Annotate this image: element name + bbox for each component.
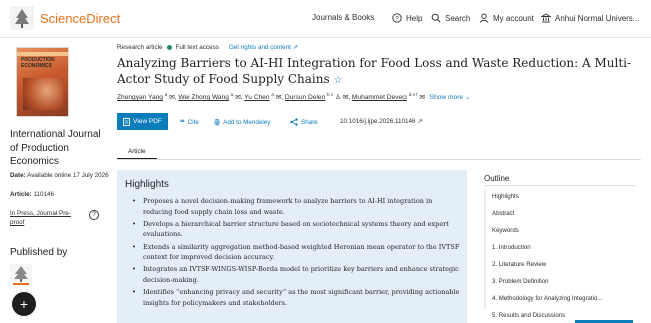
journal-title-link[interactable]: International Journal of Production Econ… (10, 128, 110, 169)
show-more-label: Show more (429, 94, 464, 102)
pdf-document-icon (123, 117, 131, 126)
highlights-list: Proposes a novel decision-making framewo… (125, 196, 461, 310)
highlight-item: Identifies “enhancing privacy and securi… (125, 287, 461, 308)
date-line: Date: Available online 17 July 2026 (10, 171, 109, 180)
article-number-line: Article: 110146 (10, 190, 54, 199)
view-pdf-label: View PDF (133, 118, 162, 125)
article-number-value: 110146 (33, 191, 54, 198)
institution-link[interactable]: Anhui Normal Univers... (541, 13, 639, 23)
author-link[interactable]: Wei Zhong Wang (178, 94, 229, 101)
highlights-panel: Highlights Proposes a novel decision-mak… (117, 170, 467, 323)
elsevier-tree-logo[interactable] (10, 6, 34, 30)
outline-item-highlights[interactable]: Highlights (492, 193, 519, 200)
open-access-dot-icon (166, 45, 172, 50)
cover-figure (23, 78, 63, 110)
outline-item-literature-review[interactable]: 2. Literature Review (492, 261, 546, 268)
highlight-item: Develops a hierarchical barrier structur… (125, 219, 461, 240)
search-link[interactable]: Search (431, 13, 470, 23)
journals-books-label: Journals & Books (312, 13, 375, 22)
author-affiliation[interactable]: a (165, 92, 168, 97)
author-list: Zhengyan Yang a ✉, Wei Zhong Wang a ✉, Y… (117, 92, 471, 102)
chevron-down-icon: ⌄ (464, 94, 471, 102)
floating-action-button[interactable]: + (12, 292, 36, 316)
journals-books-link[interactable]: Journals & Books (312, 13, 374, 22)
outline-item-introduction[interactable]: 1. Introduction (492, 244, 531, 251)
add-to-mendeley-button[interactable]: ꙮ Add to Mendeley (214, 118, 271, 127)
highlight-item: Integrates an IVTSF-WINGS-WISP-Borda mod… (125, 264, 461, 285)
article-type-line: Research article Full text access Get ri… (117, 44, 298, 51)
author-affiliation[interactable]: a (271, 92, 274, 97)
cover-band (17, 52, 68, 56)
search-icon (431, 13, 441, 23)
author-affiliation[interactable]: a (231, 92, 234, 97)
outline-item-keywords[interactable]: Keywords (492, 227, 519, 234)
my-account-label: My account (493, 13, 534, 23)
share-label: Share (301, 118, 318, 126)
institution-label: Anhui Normal Univers... (555, 13, 640, 23)
journal-cover-image[interactable]: PRODUCTION ECONOMICS (16, 47, 69, 117)
author-affiliation[interactable]: d e f (409, 92, 418, 97)
help-label: Help (406, 13, 423, 23)
author-link[interactable]: Zhengyan Yang (117, 94, 163, 101)
email-icon[interactable]: ✉ (276, 94, 282, 101)
outline-track (484, 190, 486, 310)
help-icon: ? (392, 13, 402, 23)
highlight-item: Extends a similarity aggregation method-… (125, 242, 461, 263)
show-more-button[interactable]: Show more ⌄ (430, 94, 471, 101)
share-icon (290, 118, 298, 126)
top-bar: ScienceDirect Journals & Books ? Help Se… (0, 0, 651, 38)
author-link[interactable]: Dursun Delen (285, 94, 325, 101)
access-label: Full text access (175, 44, 219, 51)
cite-label: Cite (187, 119, 199, 126)
elsevier-logo[interactable] (10, 264, 32, 286)
quote-icon: ❝ (180, 118, 185, 127)
email-icon[interactable]: ✉ (235, 94, 241, 101)
mendeley-icon: ꙮ (214, 119, 221, 126)
mendeley-label: Add to Mendeley (223, 118, 271, 126)
outline-title: Outline (484, 174, 510, 183)
my-account-link[interactable]: My account (479, 13, 534, 23)
email-icon[interactable]: ✉ (419, 94, 425, 101)
doi-link[interactable]: 10.1016/j.ijpe.2026.110146 ↗ (340, 118, 423, 125)
outline-item-results[interactable]: 5. Results and Discussions (492, 312, 565, 319)
tab-article[interactable]: Article (128, 148, 146, 155)
share-button[interactable]: Share (290, 118, 318, 126)
highlights-title: Highlights (125, 179, 169, 190)
sciencedirect-brand[interactable]: ScienceDirect (40, 11, 120, 26)
published-by-label: Published by (10, 247, 68, 258)
email-icon[interactable]: ✉ (169, 94, 175, 101)
outline-divider (484, 185, 636, 186)
outline-item-problem-definition[interactable]: 3. Problem Definition (492, 278, 549, 285)
author-link[interactable]: Yu Chen (244, 94, 269, 101)
article-title-text: Analyzing Barriers to AI-HI Integration … (117, 56, 632, 86)
date-value: Available online 17 July 2026 (27, 172, 109, 179)
cover-title: PRODUCTION ECONOMICS (21, 57, 55, 69)
user-icon (479, 13, 489, 23)
help-link[interactable]: ? Help (392, 13, 422, 23)
date-label: Date: (10, 172, 26, 179)
email-icon[interactable]: ✉ (343, 94, 349, 101)
article-number-label: Article: (10, 191, 32, 198)
outline-item-methodology[interactable]: 4. Methodology for Analyzing Integratio.… (492, 295, 602, 302)
tabs-divider (117, 159, 641, 160)
article-title: Analyzing Barriers to AI-HI Integration … (117, 55, 642, 89)
bookmark-star-icon[interactable]: ☆ (334, 75, 343, 86)
institution-icon (541, 13, 551, 23)
search-label: Search (445, 13, 471, 23)
corresponding-author-icon[interactable]: ♙ (335, 94, 341, 101)
get-rights-link[interactable]: Get rights and content ↗ (229, 44, 298, 51)
in-press-link[interactable]: In Press, Journal Pre-proof (10, 209, 82, 227)
highlight-item: Proposes a novel decision-making framewo… (125, 196, 461, 217)
author-affiliation[interactable]: b c (327, 92, 333, 97)
outline-item-abstract[interactable]: Abstract (492, 210, 514, 217)
doi-label: 10.1016/j.ijpe.2026.110146 ↗ (340, 118, 423, 125)
cite-button[interactable]: ❝ Cite (180, 118, 199, 127)
in-press-help-icon[interactable]: ? (89, 210, 99, 220)
article-type: Research article (117, 44, 163, 51)
author-link[interactable]: Muhammet Deveci (352, 94, 407, 101)
view-pdf-button[interactable]: View PDF (117, 113, 168, 130)
